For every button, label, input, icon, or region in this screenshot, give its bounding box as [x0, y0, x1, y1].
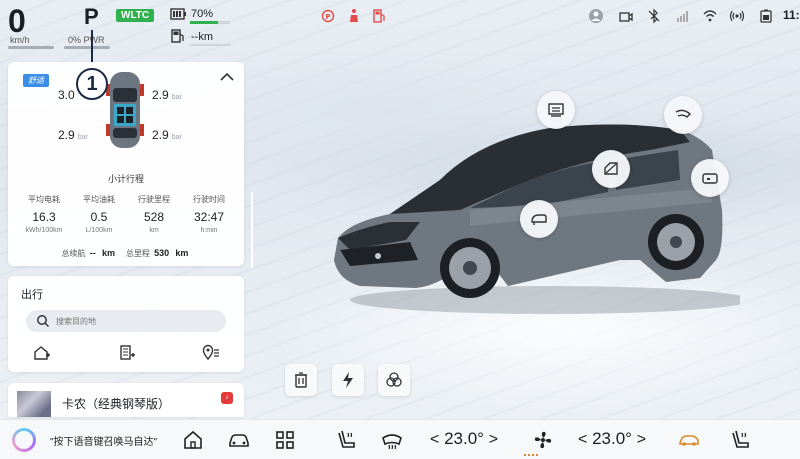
- climate-car-icon[interactable]: [678, 429, 700, 451]
- voice-hint: "按下语音键召唤马自达": [50, 437, 158, 448]
- destination-search[interactable]: [26, 310, 226, 332]
- navigation-title: 出行: [21, 289, 43, 301]
- voice-assistant-icon[interactable]: [12, 428, 36, 452]
- vehicle-status-card: 舒适 3.0 2.9 bar 2.9 bar 2.9 bar 小计行程 平均电耗 16…: [8, 62, 244, 266]
- tire-pressure-rear-right: 2.9 bar: [152, 128, 182, 142]
- apps-icon[interactable]: [274, 429, 296, 451]
- fan-icon[interactable]: [532, 429, 554, 451]
- tire-pressure-front-left: 3.0: [58, 88, 75, 102]
- stat-avg-fuel: 平均油耗 0.5 L/100km: [83, 195, 115, 234]
- stat-avg-power: 平均电耗 16.3 kWh/100km: [25, 195, 63, 234]
- tire-pressure-front-right: 2.9 bar: [152, 88, 182, 102]
- battery-level-fill: [190, 21, 218, 24]
- sunshade-icon: [548, 103, 564, 117]
- seat-heat-right-icon[interactable]: [730, 429, 752, 451]
- tailgate-icon: [702, 173, 718, 184]
- fuel-level-bar: [190, 44, 230, 46]
- collapse-icon[interactable]: [220, 72, 234, 82]
- battery-level-bar: [190, 21, 230, 24]
- navigation-card: 出行: [8, 276, 244, 372]
- battery-percent: 70%: [191, 8, 214, 20]
- bottom-dock: "按下语音键召唤马自达" < 23.0° > < 23.0° >: [0, 419, 800, 459]
- svg-text:P: P: [325, 13, 330, 21]
- stat-drive-time: 行驶时间 32:47 h:min: [193, 195, 225, 234]
- speed-readout: 0: [8, 3, 26, 39]
- power-label: 0% PWR: [68, 35, 105, 45]
- left-temp-up-button[interactable]: >: [489, 431, 498, 448]
- speed-unit: km/h: [10, 35, 30, 45]
- fuel-icon: [171, 29, 184, 43]
- music-app-icon[interactable]: ♪: [221, 392, 233, 404]
- search-icon: [37, 315, 50, 328]
- gear-indicator: P: [84, 4, 99, 29]
- mirror-icon: [531, 214, 547, 225]
- sunshade-control[interactable]: [537, 91, 575, 129]
- album-art: [17, 391, 51, 417]
- fan-level-indicator: [524, 454, 538, 456]
- seat-heat-left-icon[interactable]: [336, 429, 358, 451]
- panel-scrollbar[interactable]: [251, 192, 253, 268]
- trip-title: 小计行程: [107, 174, 144, 184]
- clock: 11:: [783, 8, 800, 22]
- power-bar: [64, 46, 110, 49]
- window-icon: [604, 162, 618, 175]
- range-standard-badge: WLTC: [116, 9, 155, 22]
- left-temperature: < 23.0° >: [430, 429, 499, 448]
- spoiler-control[interactable]: [664, 96, 702, 134]
- totals-row: 总续航 -- km 总里程 530 km: [61, 248, 189, 258]
- avatar-icon[interactable]: [588, 8, 604, 24]
- scene-icon: [386, 372, 402, 387]
- hotspot-icon: [729, 10, 745, 22]
- fuel-warning-icon: [373, 9, 385, 23]
- parking-brake-warning-icon: P: [321, 9, 335, 23]
- dashcam-icon: [619, 12, 633, 22]
- stat-distance: 行驶里程 528 km: [138, 195, 170, 234]
- home-icon[interactable]: [182, 429, 204, 451]
- right-temperature: < 23.0° >: [578, 429, 647, 448]
- battery-icon: [170, 8, 186, 20]
- car-icon[interactable]: [228, 429, 250, 451]
- car-top-view-icon: [106, 72, 144, 148]
- left-temp-down-button[interactable]: <: [430, 431, 439, 448]
- office-add-icon[interactable]: [118, 344, 136, 362]
- quick-trash-button[interactable]: [285, 364, 317, 396]
- right-temp-up-button[interactable]: >: [637, 431, 646, 448]
- song-title: 卡农（经典钢琴版）: [62, 397, 171, 411]
- saved-places-icon[interactable]: [202, 344, 220, 362]
- tailgate-control[interactable]: [691, 159, 729, 197]
- wifi-icon: [703, 10, 717, 22]
- speed-bar: [8, 46, 54, 49]
- drive-mode-badge: 舒适: [23, 74, 49, 87]
- lightning-icon: [343, 372, 353, 388]
- trash-icon: [295, 372, 307, 388]
- cellular-icon: [677, 11, 688, 22]
- defrost-icon[interactable]: [381, 429, 403, 451]
- fuel-range: --km: [191, 31, 213, 43]
- right-temp-down-button[interactable]: <: [578, 431, 587, 448]
- mirror-control[interactable]: [520, 200, 558, 238]
- bluetooth-off-icon: [648, 8, 660, 24]
- callout-marker: 1: [76, 68, 108, 100]
- music-card[interactable]: 卡农（经典钢琴版） ♪: [8, 383, 244, 417]
- tire-pressure-rear-left: 2.9 bar: [58, 128, 88, 142]
- home-add-icon[interactable]: [33, 344, 51, 362]
- seatbelt-warning-icon: [350, 9, 358, 22]
- spoiler-icon: [675, 109, 692, 118]
- quick-charge-button[interactable]: [332, 364, 364, 396]
- window-control[interactable]: [592, 150, 630, 188]
- battery-status-icon: [760, 9, 772, 23]
- search-input[interactable]: [56, 313, 216, 329]
- quick-scene-button[interactable]: [378, 364, 410, 396]
